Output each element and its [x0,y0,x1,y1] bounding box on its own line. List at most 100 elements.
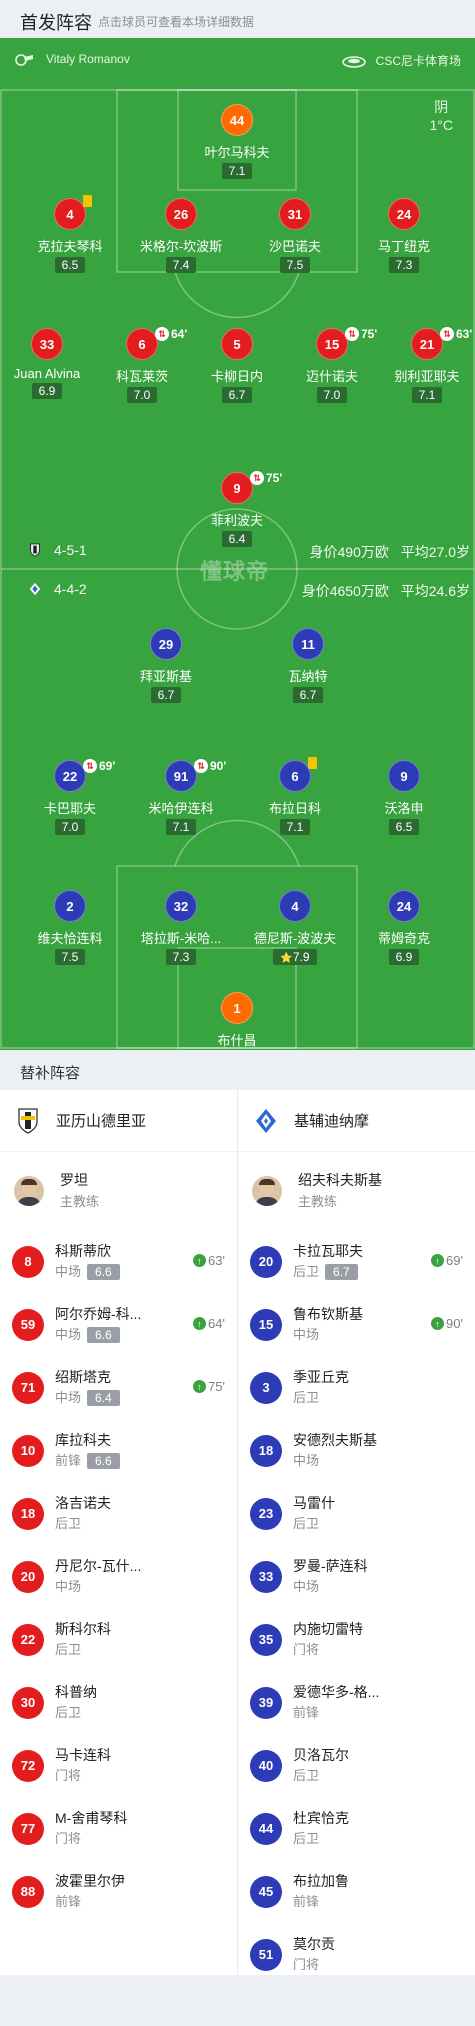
sub-player-row[interactable]: 22 斯科尔科 后卫 [0,1608,237,1671]
jersey-number: 40 [250,1749,282,1782]
sub-player-row[interactable]: 39 爱德华多-格... 前锋 [238,1671,475,1734]
jersey-number: 15 ⇅ 75' [316,327,377,360]
player-marker[interactable]: 1布什昌7.3 [182,992,292,1050]
player-marker[interactable]: 15 ⇅ 75' 迈什诺夫 7.0 [277,327,387,404]
player-position: 后卫 [293,1831,320,1846]
player-name: 内施切雷特 [293,1621,363,1637]
sub-player-row[interactable]: 45 布拉加鲁 前锋 [238,1860,475,1923]
sub-minute: 69' [446,1253,463,1268]
sub-on-icon: ⇅ [155,327,169,341]
player-marker[interactable]: 44 叶尔马科夫 7.1 [182,104,292,180]
home-team-badge-icon [30,543,40,557]
player-name: 迈什诺夫 [305,369,358,384]
player-position: 中场 [55,1264,82,1279]
sub-player-row[interactable]: 77 M-舍甫琴科 门将 [0,1797,237,1860]
away-team-row[interactable]: 基辅迪纳摩 [238,1090,475,1152]
player-marker[interactable]: 11 瓦纳特 6.7 [253,628,363,704]
player-position: 后卫 [293,1768,320,1783]
player-marker[interactable]: 26 米格尔-坎波斯 7.4 [126,198,236,274]
player-marker[interactable]: 9 ⇅ 75' 菲利波夫 6.4 [182,471,292,548]
sub-player-info: 波霍里尔伊 前锋 [55,1872,125,1911]
sub-player-row[interactable]: 40 贝洛瓦尔 后卫 [238,1734,475,1797]
player-position-line: 前锋 [293,1893,349,1911]
page-title: 首发阵容 [20,13,92,33]
stadium-name: CSC尼卡体育场 [375,54,461,68]
player-position-line: 前锋 6.6 [55,1452,120,1470]
sub-player-row[interactable]: 18 安德烈夫斯基 中场 [238,1419,475,1482]
player-marker[interactable]: 6 ⇅ 64' 科瓦莱茨 7.0 [87,327,197,404]
player-position: 中场 [293,1579,320,1594]
home-coach-row[interactable]: 罗坦 主教练 [0,1152,237,1230]
home-subs-column: 亚历山德里亚 罗坦 主教练 8 科斯蒂欣 中场 6.6 ↑ 63' 59 阿尔乔姆-科... 中… [0,1090,237,1923]
away-coach-name: 绍夫科夫斯基 [298,1172,382,1188]
sub-player-row[interactable]: 10 库拉科夫 前锋 6.6 [0,1419,237,1482]
jersey-number-text: 91 [173,768,189,784]
sub-on-indicator: ↑ 64' [193,1316,225,1331]
jersey-number: 23 [250,1497,282,1530]
jersey-number: 18 [12,1497,44,1530]
sub-player-info: 洛吉诺夫 后卫 [55,1494,111,1533]
away-team-badge-icon [29,582,41,596]
subs-title: 替补阵容 [20,1065,81,1082]
sub-player-row[interactable]: 8 科斯蒂欣 中场 6.6 ↑ 63' [0,1230,237,1293]
player-marker[interactable]: 24 马丁纽克 7.3 [349,198,459,274]
player-position: 前锋 [293,1705,320,1720]
player-marker[interactable]: 32 塔拉斯-米哈... 7.3 [126,890,236,966]
player-marker[interactable]: 21 ⇅ 63' 别利亚耶夫 7.1 [372,327,475,404]
jersey-number: 8 [12,1245,44,1278]
player-marker[interactable]: 24 蒂姆奇克 6.9 [349,890,459,966]
sub-player-row[interactable]: 35 内施切雷特 门将 [238,1608,475,1671]
sub-minute: 75' [266,471,283,485]
sub-player-row[interactable]: 30 科普纳 后卫 [0,1671,237,1734]
player-position: 后卫 [293,1264,320,1279]
jersey-number-text: 6 [138,336,146,352]
player-rating: 7.1 [411,387,443,403]
player-marker[interactable]: 6 布拉日科 7.1 [240,757,350,836]
jersey-number: 3 [250,1371,282,1404]
jersey-number: 35 [250,1623,282,1656]
player-rating: 7.4 [165,257,197,273]
player-position: 中场 [55,1579,82,1594]
sub-player-row[interactable]: 33 罗曼-萨连科 中场 [238,1545,475,1608]
player-rating: 6.6 [87,1327,120,1343]
player-marker[interactable]: 91 ⇅ 90' 米哈伊连科 7.1 [126,759,236,836]
player-marker[interactable]: 9 沃洛申 6.5 [349,760,459,836]
sub-player-row[interactable]: 44 杜宾恰克 后卫 [238,1797,475,1860]
jersey-number: 2 [54,890,86,922]
player-position: 中场 [293,1453,320,1468]
sub-player-row[interactable]: 71 绍斯塔克 中场 6.4 ↑ 75' [0,1356,237,1419]
jersey-number: 24 [388,890,420,922]
player-rating: 6.9 [388,949,420,965]
sub-on-icon: ↑ [193,1380,207,1393]
home-team-row[interactable]: 亚历山德里亚 [0,1090,237,1152]
player-marker[interactable]: 31 沙巴诺夫 7.5 [240,198,350,274]
jersey-number-text: 26 [173,206,189,222]
sub-player-row[interactable]: 18 洛吉诺夫 后卫 [0,1482,237,1545]
sub-player-row[interactable]: 20 丹尼尔-瓦什... 中场 [0,1545,237,1608]
sub-player-row[interactable]: 20 卡拉瓦耶夫 后卫 6.7 ↑ 69' [238,1230,475,1293]
player-marker[interactable]: 22 ⇅ 69' 卡巴耶夫 7.0 [15,759,125,836]
sub-player-row[interactable]: 3 季亚丘克 后卫 [238,1356,475,1419]
jersey-number: 33 [31,328,63,360]
stadium-icon [341,55,366,68]
sub-player-row[interactable]: 59 阿尔乔姆-科... 中场 6.6 ↑ 64' [0,1293,237,1356]
player-name: 科斯蒂欣 [55,1243,111,1259]
sub-player-row[interactable]: 88 波霍里尔伊 前锋 [0,1860,237,1923]
weather-condition: 阴 [434,99,449,115]
player-marker[interactable]: 4 克拉夫琴科 6.5 [15,195,125,274]
player-name: 斯科尔科 [55,1621,111,1637]
player-marker[interactable]: 4 德尼斯-波波夫 ⭐7.9 [240,890,350,966]
sub-player-row[interactable]: 23 马雷什 后卫 [238,1482,475,1545]
player-marker[interactable]: 2 维夫恰连科 7.5 [15,890,125,966]
jersey-number-text: 5 [233,336,241,352]
away-coach-row[interactable]: 绍夫科夫斯基 主教练 [238,1152,475,1230]
sub-player-row[interactable]: 51 莫尔贡 门将 [238,1923,475,1986]
sub-player-row[interactable]: 72 马卡连科 门将 [0,1734,237,1797]
player-marker[interactable]: 5 卡柳日内 6.7 [182,328,292,404]
sub-player-info: 丹尼尔-瓦什... 中场 [55,1557,141,1596]
sub-player-row[interactable]: 15 鲁布钦斯基 中场 ↑ 90' [238,1293,475,1356]
jersey-number-text: 31 [287,206,303,222]
referee-name: Vitaly Romanov [46,52,130,66]
player-rating: 7.0 [54,819,86,835]
player-marker[interactable]: 29 拜亚斯基 6.7 [111,628,221,704]
